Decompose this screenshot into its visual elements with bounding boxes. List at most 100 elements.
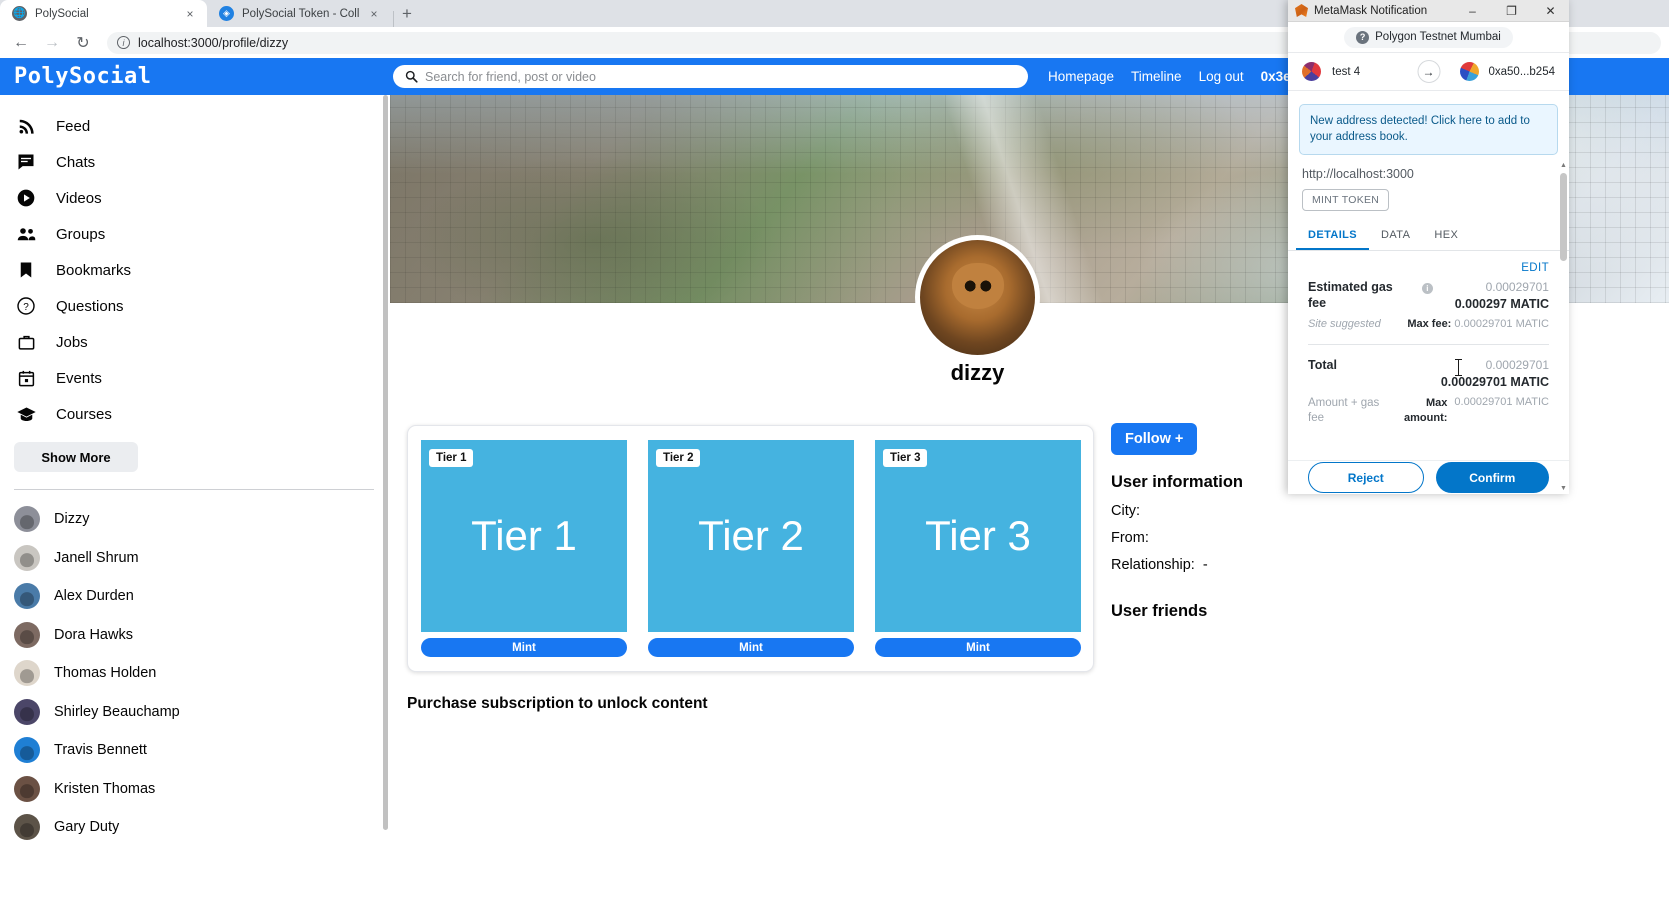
list-item[interactable]: Dora Hawks	[0, 616, 388, 655]
account-transfer-row: test 4 → 0xa50...b254	[1288, 52, 1569, 91]
origin-url: http://localhost:3000	[1302, 167, 1414, 182]
app-logo[interactable]: PolySocial	[14, 64, 151, 89]
sender-account-name: test 4	[1332, 65, 1361, 78]
new-address-alert[interactable]: New address detected! Click here to add …	[1299, 104, 1558, 156]
list-item[interactable]: Janell Shrum	[0, 539, 388, 578]
gas-fee-section: Estimated gas fee i 0.00029701 0.000297 …	[1288, 274, 1569, 330]
status-badge: Tier 1	[429, 449, 474, 467]
nav-link-timeline[interactable]: Timeline	[1131, 69, 1182, 84]
gas-fee-top-row: Estimated gas fee i 0.00029701 0.000297 …	[1308, 280, 1549, 311]
browser-tab-polysocial[interactable]: 🌐 PolySocial ×	[0, 0, 207, 27]
total-section: Total 0.00029701 0.00029701 MATIC Amount…	[1288, 345, 1569, 426]
status-badge: Tier 2	[656, 449, 701, 467]
total-top-row: Total 0.00029701 0.00029701 MATIC	[1308, 358, 1549, 389]
tab-title: PolySocial Token - Collection | O	[242, 7, 359, 20]
info-icon[interactable]: i	[1421, 283, 1433, 295]
mint-button-tier-3[interactable]: Mint	[875, 638, 1081, 657]
sidebar-item-courses[interactable]: Courses	[0, 396, 388, 432]
tab-details[interactable]: DETAILS	[1296, 222, 1370, 251]
tab-data[interactable]: DATA	[1369, 222, 1422, 250]
close-icon[interactable]: ✕	[1534, 0, 1567, 22]
sidebar-item-events[interactable]: Events	[0, 360, 388, 396]
scrollbar-thumb[interactable]	[383, 95, 388, 830]
user-friends-title: User friends	[1111, 602, 1208, 620]
minimize-button[interactable]: –	[1456, 0, 1489, 22]
max-amount-group: Max amount: 0.00029701 MATIC	[1395, 396, 1549, 425]
scrollbar-thumb[interactable]	[1560, 173, 1567, 261]
metamask-scrollbar[interactable]: ▲ ▼	[1559, 160, 1568, 494]
tab-hex[interactable]: HEX	[1422, 222, 1470, 250]
question-circle-icon: ?	[14, 294, 38, 318]
site-info-icon[interactable]: i	[117, 36, 130, 49]
network-selector[interactable]: ? Polygon Testnet Mumbai	[1344, 26, 1513, 48]
avatar	[14, 660, 40, 687]
forward-button[interactable]: →	[39, 30, 65, 56]
sidebar-item-groups[interactable]: Groups	[0, 216, 388, 252]
max-fee-label: Max fee:	[1407, 318, 1452, 331]
gas-fee-label: Estimated gas fee	[1308, 280, 1393, 310]
show-more-button[interactable]: Show More	[14, 442, 138, 472]
people-icon	[14, 222, 38, 246]
confirm-button[interactable]: Confirm	[1435, 462, 1549, 493]
search-placeholder: Search for friend, post or video	[425, 69, 596, 84]
follow-button[interactable]: Follow +	[1111, 423, 1198, 455]
scroll-up-arrow-icon[interactable]: ▲	[1559, 160, 1568, 171]
scroll-down-arrow-icon[interactable]: ▼	[1559, 483, 1568, 494]
new-tab-button[interactable]: +	[402, 4, 412, 24]
city-row: City:	[1111, 503, 1411, 519]
gas-fee-bottom-row: Site suggested Max fee: 0.00029701 MATIC	[1308, 318, 1549, 330]
metamask-details-body: EDIT Estimated gas fee i 0.00029701 0.00…	[1288, 251, 1569, 494]
sidebar-item-videos[interactable]: Videos	[0, 180, 388, 216]
sidebar-item-bookmarks[interactable]: Bookmarks	[0, 252, 388, 288]
friend-name: Janell Shrum	[54, 549, 139, 566]
close-icon[interactable]: ×	[367, 7, 381, 21]
list-item[interactable]: Travis Bennett	[0, 731, 388, 770]
reload-button[interactable]: ↻	[70, 30, 96, 56]
briefcase-icon	[14, 330, 38, 354]
avatar	[14, 544, 40, 571]
tier-item: Tier 1 Tier 1 Mint	[421, 440, 627, 657]
nav-link-logout[interactable]: Log out	[1199, 69, 1244, 84]
avatar[interactable]	[915, 235, 1040, 360]
max-fee-row: Max fee: 0.00029701 MATIC	[1407, 318, 1549, 330]
list-item[interactable]: Alex Durden	[0, 577, 388, 616]
list-item[interactable]: Shirley Beauchamp	[0, 693, 388, 732]
close-icon[interactable]: ×	[183, 7, 197, 21]
edit-gas-button[interactable]: EDIT	[1288, 251, 1569, 274]
tier-title: Tier 2	[698, 512, 804, 559]
avatar	[14, 583, 40, 610]
metamask-tabs: DETAILS DATA HEX	[1288, 222, 1569, 252]
list-item[interactable]: Dizzy	[0, 500, 388, 539]
sidebar-item-label: Courses	[56, 405, 112, 423]
sidebar-item-label: Jobs	[56, 333, 88, 351]
back-button[interactable]: ←	[8, 30, 34, 56]
search-input[interactable]: Search for friend, post or video	[393, 65, 1028, 88]
sidebar-item-chats[interactable]: Chats	[0, 144, 388, 180]
metamask-titlebar: MetaMask Notification – ❐ ✕	[1288, 0, 1569, 22]
browser-tab-polysocial-token[interactable]: ◈ PolySocial Token - Collection | O ×	[207, 0, 391, 27]
relationship-value: -	[1202, 557, 1208, 573]
list-item[interactable]: Kristen Thomas	[0, 770, 388, 809]
purchase-notice: Purchase subscription to unlock content	[407, 695, 708, 712]
total-main-value: 0.00029701 MATIC	[1440, 375, 1549, 390]
max-fee-value: 0.00029701 MATIC	[1454, 318, 1549, 331]
window-title: MetaMask Notification	[1314, 4, 1428, 17]
left-sidebar: Feed Chats Videos Groups Bookmarks ? Que…	[0, 95, 388, 901]
maximize-button[interactable]: ❐	[1495, 0, 1528, 22]
from-row: From:	[1111, 530, 1411, 546]
network-selector-row: ? Polygon Testnet Mumbai	[1288, 22, 1569, 52]
list-item[interactable]: Gary Duty	[0, 808, 388, 847]
sidebar-item-feed[interactable]: Feed	[0, 108, 388, 144]
arrow-right-icon: →	[1417, 60, 1440, 83]
nav-link-homepage[interactable]: Homepage	[1048, 69, 1114, 84]
sidebar-item-jobs[interactable]: Jobs	[0, 324, 388, 360]
reject-button[interactable]: Reject	[1308, 462, 1424, 493]
sidebar-item-questions[interactable]: ? Questions	[0, 288, 388, 324]
sidebar-item-label: Videos	[56, 189, 102, 207]
sidebar-item-label: Groups	[56, 225, 106, 243]
total-label: Total	[1308, 358, 1337, 373]
mint-button-tier-2[interactable]: Mint	[648, 638, 854, 657]
mint-button-tier-1[interactable]: Mint	[421, 638, 627, 657]
list-item[interactable]: Thomas Holden	[0, 654, 388, 693]
sidebar-scrollbar[interactable]	[383, 95, 388, 901]
